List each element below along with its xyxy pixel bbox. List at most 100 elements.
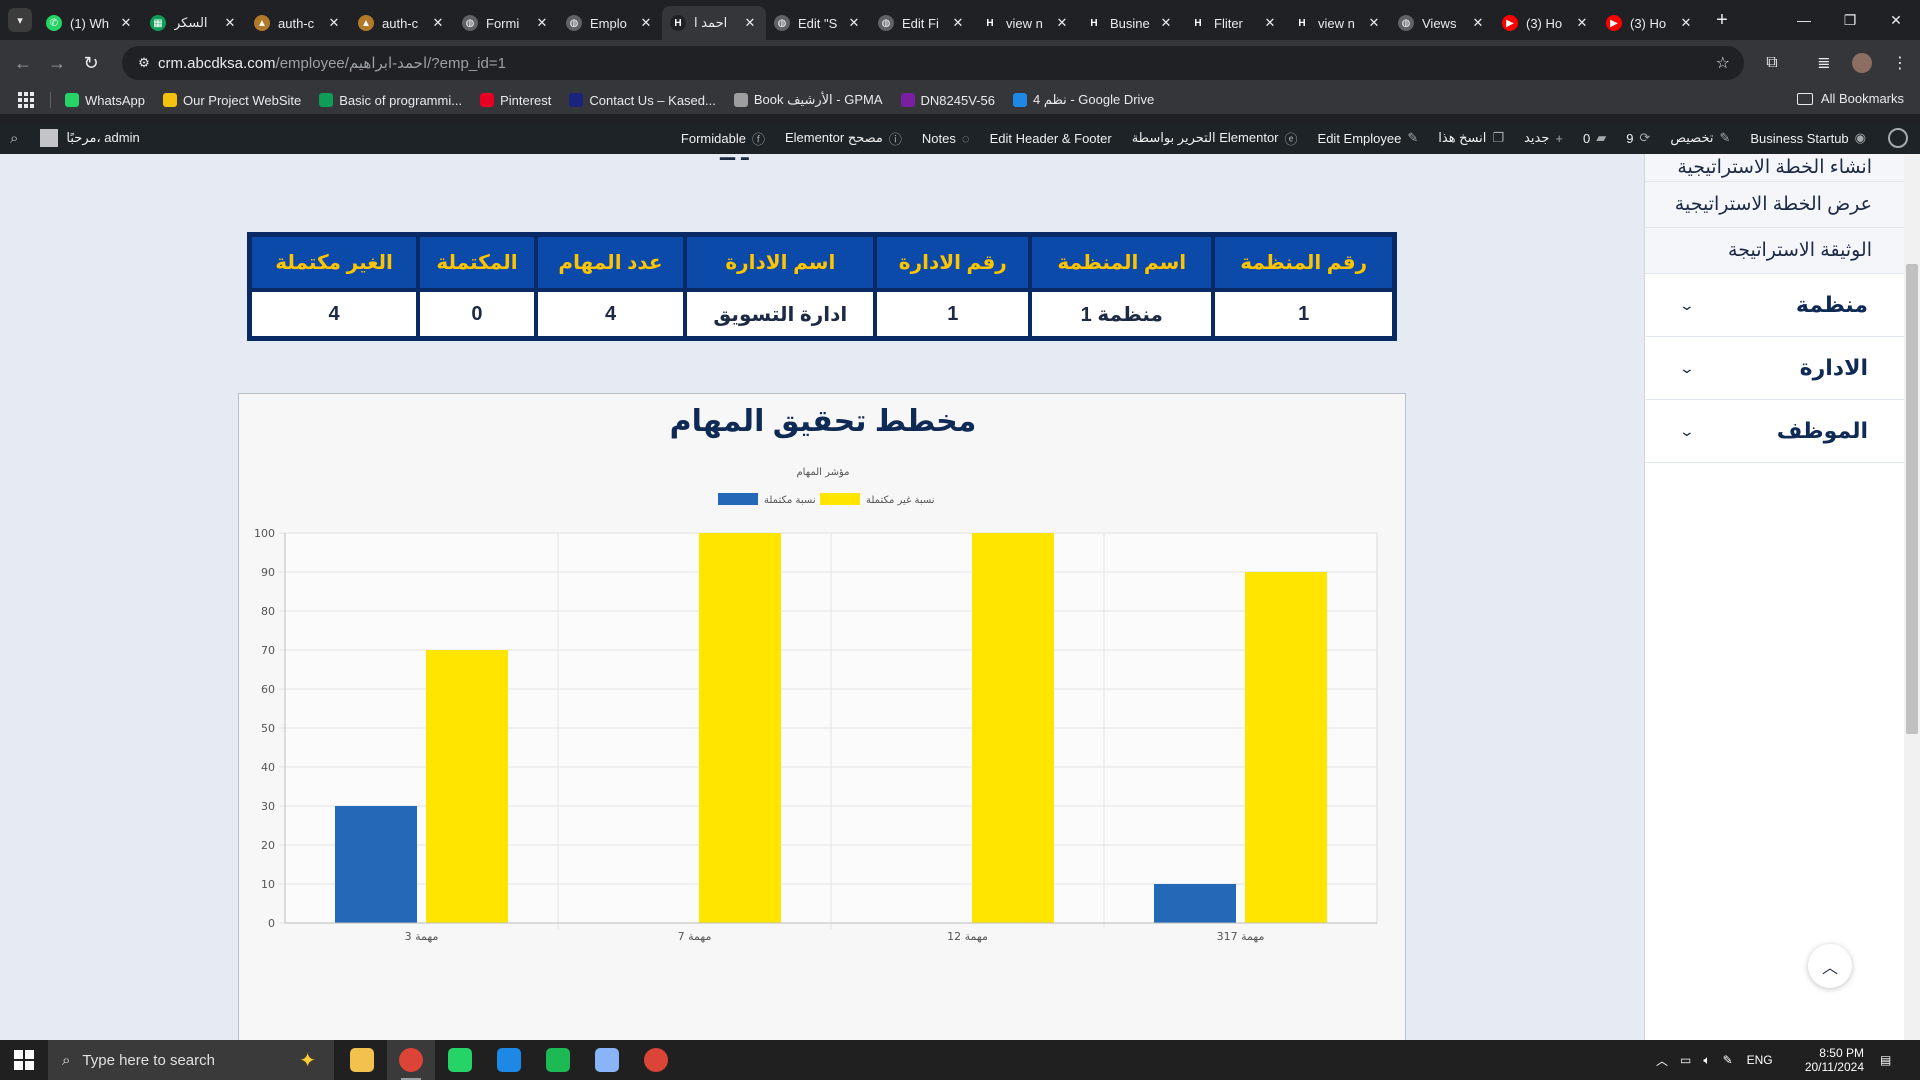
taskbar-app[interactable] bbox=[485, 1040, 533, 1080]
browser-tab[interactable]: H Fliter ✕ bbox=[1182, 6, 1286, 40]
address-bar[interactable]: ⚙ crm.abcdksa.com/employee/احمد-ابراهيم/… bbox=[122, 46, 1744, 80]
search-icon[interactable]: ⌕ bbox=[10, 130, 18, 147]
legend-swatch[interactable] bbox=[718, 493, 758, 505]
wp-admin-item[interactable]: Edit Header & Footer bbox=[980, 122, 1122, 154]
close-icon[interactable]: ✕ bbox=[1054, 15, 1070, 31]
copilot-sparkle-icon[interactable]: ✦ bbox=[299, 1048, 316, 1073]
browser-tab[interactable]: ◍ Views ✕ bbox=[1390, 6, 1494, 40]
legend-label[interactable]: نسبة مكتملة bbox=[764, 495, 816, 506]
bookmark-item[interactable]: 4 نظم - Google Drive bbox=[1012, 92, 1154, 108]
network-icon[interactable]: ▭ bbox=[1680, 1053, 1691, 1067]
taskbar-app[interactable] bbox=[534, 1040, 582, 1080]
legend-swatch[interactable] bbox=[820, 493, 860, 505]
forward-button[interactable]: → bbox=[40, 46, 74, 80]
browser-tab[interactable]: H احمد ا ✕ bbox=[662, 6, 766, 40]
close-icon[interactable]: ✕ bbox=[1678, 15, 1694, 31]
close-icon[interactable]: ✕ bbox=[638, 15, 654, 31]
sidebar-link[interactable]: الوثيقة الاستراتيجة bbox=[1645, 228, 1904, 274]
wp-admin-item[interactable]: Elementor مصحح ⓘ bbox=[775, 122, 912, 154]
bookmark-item[interactable]: DN8245V-56 bbox=[900, 93, 995, 108]
browser-tab[interactable]: ◍ Edit "S ✕ bbox=[766, 6, 870, 40]
bookmark-item[interactable]: WhatsApp bbox=[65, 93, 145, 108]
bookmark-item[interactable]: Basic of programmi... bbox=[319, 93, 462, 108]
pen-icon[interactable]: ✎ bbox=[1723, 1053, 1733, 1067]
wp-admin-item[interactable]: Business Startub ◉ bbox=[1740, 122, 1876, 154]
back-button[interactable]: ← bbox=[6, 46, 40, 80]
browser-tab[interactable]: ▶ (3) Ho ✕ bbox=[1598, 6, 1702, 40]
browser-tab[interactable]: ▦ السكر ✕ bbox=[142, 6, 246, 40]
taskbar-app[interactable] bbox=[436, 1040, 484, 1080]
taskbar-search[interactable]: ⌕ Type here to search ✦ bbox=[48, 1040, 334, 1080]
browser-tab[interactable]: ▲ auth-c ✕ bbox=[246, 6, 350, 40]
wp-admin-item[interactable]: انسخ هذا ❐ bbox=[1428, 122, 1514, 154]
reload-button[interactable]: ↻ bbox=[74, 46, 108, 80]
notification-center-icon[interactable]: ▤ bbox=[1880, 1040, 1891, 1080]
bookmark-item[interactable]: Our Project WebSite bbox=[162, 93, 301, 108]
wp-admin-item[interactable]: تخصيص ✎ bbox=[1660, 122, 1740, 154]
taskbar-app[interactable] bbox=[338, 1040, 386, 1080]
sidebar-group[interactable]: ⌄ الادارة bbox=[1645, 337, 1904, 400]
sidebar-group[interactable]: ⌄ منظمة bbox=[1645, 274, 1904, 337]
wp-admin-item[interactable]: 0 ▰ bbox=[1573, 122, 1616, 154]
browser-tab[interactable]: ◍ Emplo ✕ bbox=[558, 6, 662, 40]
close-icon[interactable]: ✕ bbox=[950, 15, 966, 31]
bookmark-item[interactable]: Pinterest bbox=[480, 93, 551, 108]
bookmark-item[interactable]: Contact Us – Kased... bbox=[569, 93, 716, 108]
sidebar-group[interactable]: ⌄ الموظف bbox=[1645, 400, 1904, 463]
bookmark-star-icon[interactable]: ☆ bbox=[1716, 53, 1730, 73]
taskbar-app[interactable] bbox=[583, 1040, 631, 1080]
bookmark-item[interactable]: Book الأرشيف - GPMA bbox=[733, 92, 883, 108]
sidebar-link[interactable]: عرض الخطة الاستراتيجية bbox=[1645, 182, 1904, 228]
close-icon[interactable]: ✕ bbox=[1262, 15, 1278, 31]
greeting[interactable]: مرحبًا، admin bbox=[66, 130, 139, 146]
media-icon[interactable]: ≣ bbox=[1808, 46, 1840, 80]
extensions-icon[interactable]: ⧉ bbox=[1756, 46, 1788, 80]
wordpress-logo-icon[interactable] bbox=[1888, 128, 1908, 148]
legend-label[interactable]: نسبة غير مكتملة bbox=[866, 495, 935, 506]
close-icon[interactable]: ✕ bbox=[1158, 15, 1174, 31]
new-tab-button[interactable]: + bbox=[1708, 6, 1736, 34]
apps-grid-icon[interactable] bbox=[18, 92, 34, 108]
close-icon[interactable]: ✕ bbox=[326, 15, 342, 31]
close-icon[interactable]: ✕ bbox=[1574, 15, 1590, 31]
avatar[interactable] bbox=[40, 129, 59, 147]
site-info-icon[interactable]: ⚙ bbox=[130, 55, 158, 71]
tab-search-button[interactable]: ▾ bbox=[8, 8, 32, 32]
taskbar-app[interactable] bbox=[387, 1040, 435, 1080]
scrollbar-thumb[interactable] bbox=[1906, 264, 1918, 734]
browser-tab[interactable]: H Busine ✕ bbox=[1078, 6, 1182, 40]
close-window-button[interactable]: ✕ bbox=[1868, 0, 1920, 40]
wp-admin-item[interactable]: Formidable ⓕ bbox=[671, 122, 775, 154]
close-icon[interactable]: ✕ bbox=[118, 15, 134, 31]
wp-admin-item[interactable]: Notes ◌ bbox=[912, 122, 980, 154]
close-icon[interactable]: ✕ bbox=[1366, 15, 1382, 31]
browser-tab[interactable]: ◍ Formi ✕ bbox=[454, 6, 558, 40]
browser-tab[interactable]: ✆ (1) Wh ✕ bbox=[38, 6, 142, 40]
close-icon[interactable]: ✕ bbox=[1470, 15, 1486, 31]
close-icon[interactable]: ✕ bbox=[222, 15, 238, 31]
browser-tab[interactable]: Hview n ✕ bbox=[974, 6, 1078, 40]
close-icon[interactable]: ✕ bbox=[430, 15, 446, 31]
close-icon[interactable]: ✕ bbox=[742, 15, 758, 31]
browser-tab[interactable]: ◍ Edit Fi ✕ bbox=[870, 6, 974, 40]
browser-tab[interactable]: Hview n ✕ bbox=[1286, 6, 1390, 40]
browser-tab[interactable]: ▲ auth-c ✕ bbox=[350, 6, 454, 40]
wp-admin-item[interactable]: التحرير بواسطة Elementor ⓔ bbox=[1122, 122, 1308, 154]
wp-admin-item[interactable]: 9 ⟳ bbox=[1616, 122, 1660, 154]
taskbar-app[interactable] bbox=[632, 1040, 680, 1080]
profile-avatar[interactable] bbox=[1846, 46, 1878, 80]
close-icon[interactable]: ✕ bbox=[846, 15, 862, 31]
sidebar-link[interactable]: انشاء الخطة الاستراتيجية bbox=[1645, 154, 1904, 182]
browser-tab[interactable]: ▶ (3) Ho ✕ bbox=[1494, 6, 1598, 40]
volume-icon[interactable]: 🔈︎ bbox=[1703, 1053, 1710, 1068]
language-indicator[interactable]: ENG bbox=[1747, 1053, 1773, 1067]
wp-admin-item[interactable]: Edit Employee ✎ bbox=[1308, 122, 1429, 154]
clock[interactable]: 8:50 PM 20/11/2024 bbox=[1800, 1040, 1864, 1080]
browser-menu-icon[interactable]: ⋮ bbox=[1884, 46, 1916, 80]
wp-admin-item[interactable]: جديد + bbox=[1514, 122, 1573, 154]
close-icon[interactable]: ✕ bbox=[534, 15, 550, 31]
start-button[interactable] bbox=[14, 1050, 34, 1070]
chevron-up-icon[interactable]: ︿ bbox=[1656, 1052, 1668, 1069]
scroll-to-top-button[interactable]: ︿ bbox=[1808, 944, 1852, 988]
url-text[interactable]: crm.abcdksa.com/employee/احمد-ابراهيم/?e… bbox=[158, 54, 506, 72]
